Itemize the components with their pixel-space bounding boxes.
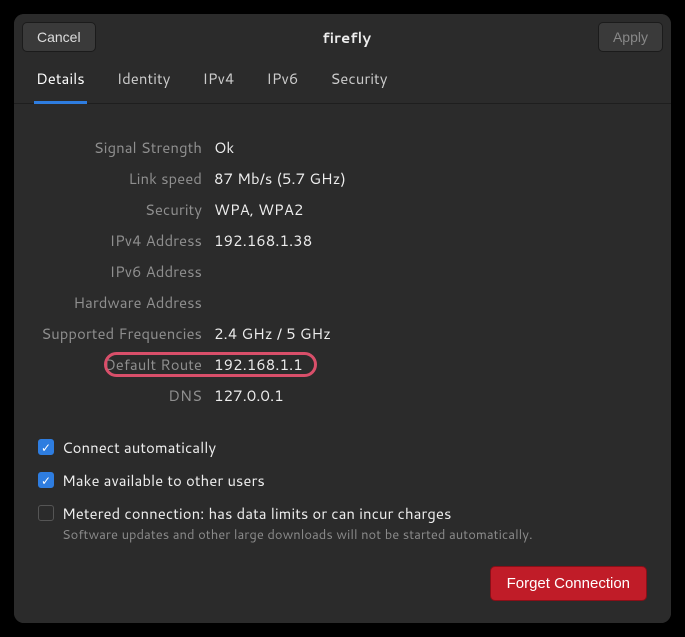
row-default-route: Default Route 192.168.1.1 xyxy=(38,349,647,380)
tab-ipv6[interactable]: IPv6 xyxy=(264,58,300,104)
row-signal-strength: Signal Strength Ok xyxy=(38,132,647,163)
row-security: Security WPA, WPA2 xyxy=(38,194,647,225)
sublabel-metered: Software updates and other large downloa… xyxy=(62,526,533,544)
label-default-route: Default Route xyxy=(38,354,214,375)
value-link-speed: 87 Mb/s (5.7 GHz) xyxy=(214,168,346,189)
tab-details[interactable]: Details xyxy=(34,58,87,104)
label-ipv4-address: IPv4 Address xyxy=(38,230,214,251)
window-title: firefly xyxy=(96,27,598,48)
tab-ipv4[interactable]: IPv4 xyxy=(200,58,236,104)
row-dns: DNS 127.0.0.1 xyxy=(38,380,647,411)
label-supported-frequencies: Supported Frequencies xyxy=(38,323,214,344)
connection-dialog: Cancel firefly Apply Details Identity IP… xyxy=(14,14,671,623)
options-section: ✓ Connect automatically ✓ Make available… xyxy=(38,437,647,544)
forget-connection-button[interactable]: Forget Connection xyxy=(490,566,647,601)
tab-identity[interactable]: Identity xyxy=(115,58,173,104)
tab-bar: Details Identity IPv4 IPv6 Security xyxy=(14,58,671,104)
label-signal-strength: Signal Strength xyxy=(38,137,214,158)
value-default-route: 192.168.1.1 xyxy=(214,354,303,375)
option-share-users: ✓ Make available to other users xyxy=(38,470,647,491)
label-metered: Metered connection: has data limits or c… xyxy=(62,503,533,524)
value-ipv4-address: 192.168.1.38 xyxy=(214,230,312,251)
row-supported-frequencies: Supported Frequencies 2.4 GHz / 5 GHz xyxy=(38,318,647,349)
label-link-speed: Link speed xyxy=(38,168,214,189)
value-signal-strength: Ok xyxy=(214,137,234,158)
tab-security[interactable]: Security xyxy=(328,58,389,104)
value-security: WPA, WPA2 xyxy=(214,199,303,220)
checkbox-share-users[interactable]: ✓ xyxy=(38,472,54,488)
titlebar: Cancel firefly Apply xyxy=(14,14,671,58)
label-ipv6-address: IPv6 Address xyxy=(38,261,214,282)
row-ipv4-address: IPv4 Address 192.168.1.38 xyxy=(38,225,647,256)
cancel-button[interactable]: Cancel xyxy=(22,22,96,52)
value-supported-frequencies: 2.4 GHz / 5 GHz xyxy=(214,323,331,344)
apply-button[interactable]: Apply xyxy=(598,22,663,52)
option-metered: Metered connection: has data limits or c… xyxy=(38,503,647,544)
details-panel: Signal Strength Ok Link speed 87 Mb/s (5… xyxy=(14,104,671,623)
footer: Forget Connection xyxy=(38,566,647,601)
label-dns: DNS xyxy=(38,385,214,406)
label-hardware-address: Hardware Address xyxy=(38,292,214,313)
row-hardware-address: Hardware Address xyxy=(38,287,647,318)
checkbox-connect-automatically[interactable]: ✓ xyxy=(38,439,54,455)
row-link-speed: Link speed 87 Mb/s (5.7 GHz) xyxy=(38,163,647,194)
row-ipv6-address: IPv6 Address xyxy=(38,256,647,287)
label-connect-automatically: Connect automatically xyxy=(62,437,216,458)
label-security: Security xyxy=(38,199,214,220)
checkbox-metered[interactable] xyxy=(38,505,54,521)
value-dns: 127.0.0.1 xyxy=(214,385,284,406)
option-connect-automatically: ✓ Connect automatically xyxy=(38,437,647,458)
label-share-users: Make available to other users xyxy=(62,470,265,491)
